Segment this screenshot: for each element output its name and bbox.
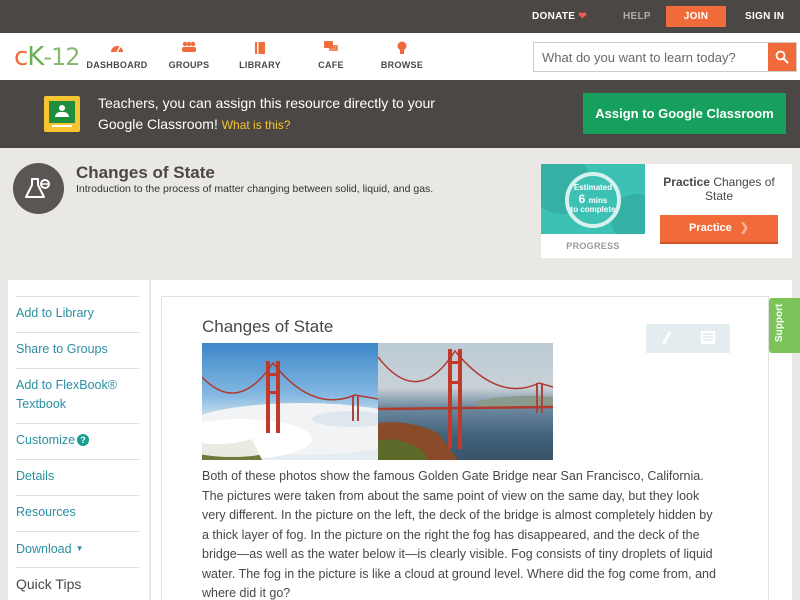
add-to-flexbook-link[interactable]: Add to FlexBook® Textbook [16,376,139,414]
groups-icon [154,41,224,57]
notes-icon[interactable] [701,331,715,344]
ck12-logo[interactable]: cK-12 [14,42,81,72]
nav-library[interactable]: LIBRARY [225,41,295,70]
donate-link[interactable]: DONATE ❤ [532,0,587,33]
chat-icon [296,41,366,57]
classroom-banner: Teachers, you can assign this resource d… [0,80,800,148]
caret-down-icon: ▼ [75,544,84,553]
resources-link[interactable]: Resources [16,503,139,522]
page-title: Changes of State [76,163,215,182]
progress-label: PROGRESS [566,241,620,251]
sign-in-link[interactable]: SIGN IN [745,0,784,33]
foggy-bridge-photo [202,343,378,460]
sidebar: Add to Library Share to Groups Add to Fl… [8,280,149,600]
pencil-icon[interactable] [662,330,672,346]
details-link[interactable]: Details [16,467,139,486]
support-tab[interactable]: Support [769,298,800,353]
gauge-icon [82,41,152,57]
practice-button[interactable]: Practice ❯ [660,215,778,244]
help-link[interactable]: HELP [623,0,651,33]
search-icon [775,50,789,64]
lightbulb-icon [367,41,437,57]
quick-tips-heading: Quick Tips [16,576,82,592]
page-description: Introduction to the process of matter ch… [76,183,434,195]
assign-classroom-button[interactable]: Assign to Google Classroom [583,93,786,134]
search-box [533,42,797,72]
nav-dashboard[interactable]: DASHBOARD [82,41,152,70]
practice-card: Estimated 6 mins to complete PROGRESS Pr… [541,164,792,258]
article-body: Both of these photos show the famous Gol… [202,469,716,600]
share-to-groups-link[interactable]: Share to Groups [16,340,139,359]
concept-header: Changes of State Introduction to the pro… [0,148,800,278]
customize-link[interactable]: Customize? [16,431,139,450]
annotation-toolbar [646,324,730,353]
article-title: Changes of State [202,317,334,336]
library-icon [225,41,295,57]
donate-label: DONATE [532,11,576,22]
heart-icon: ❤ [578,11,587,22]
nav-groups[interactable]: GROUPS [154,41,224,70]
download-dropdown[interactable]: Download ▼ [16,539,139,559]
article-card: Changes of State Both of these photos sh… [161,296,769,600]
practice-title: Practice Changes of State [663,175,775,203]
help-icon[interactable]: ? [77,434,90,446]
flask-icon [13,163,64,214]
search-input[interactable] [534,43,770,71]
chevron-right-icon: ❯ [739,222,750,234]
clear-bridge-photo [378,343,553,460]
join-button[interactable]: JOIN [666,6,726,27]
add-to-library-link[interactable]: Add to Library [16,304,139,323]
nav-cafe[interactable]: CAFE [296,41,366,70]
main-nav: cK-12 DASHBOARD GROUPS LIBRARY CAFE BROW… [0,33,800,80]
progress-badge: Estimated 6 mins to complete [541,164,645,234]
banner-message: Teachers, you can assign this resource d… [98,95,435,132]
what-is-this-link[interactable]: What is this? [222,118,291,132]
google-classroom-icon [44,96,80,132]
top-bar: DONATE ❤ HELP JOIN SIGN IN [0,0,800,33]
search-button[interactable] [768,43,796,71]
nav-browse[interactable]: BROWSE [367,41,437,70]
main-content: Changes of State Both of these photos sh… [151,280,792,600]
